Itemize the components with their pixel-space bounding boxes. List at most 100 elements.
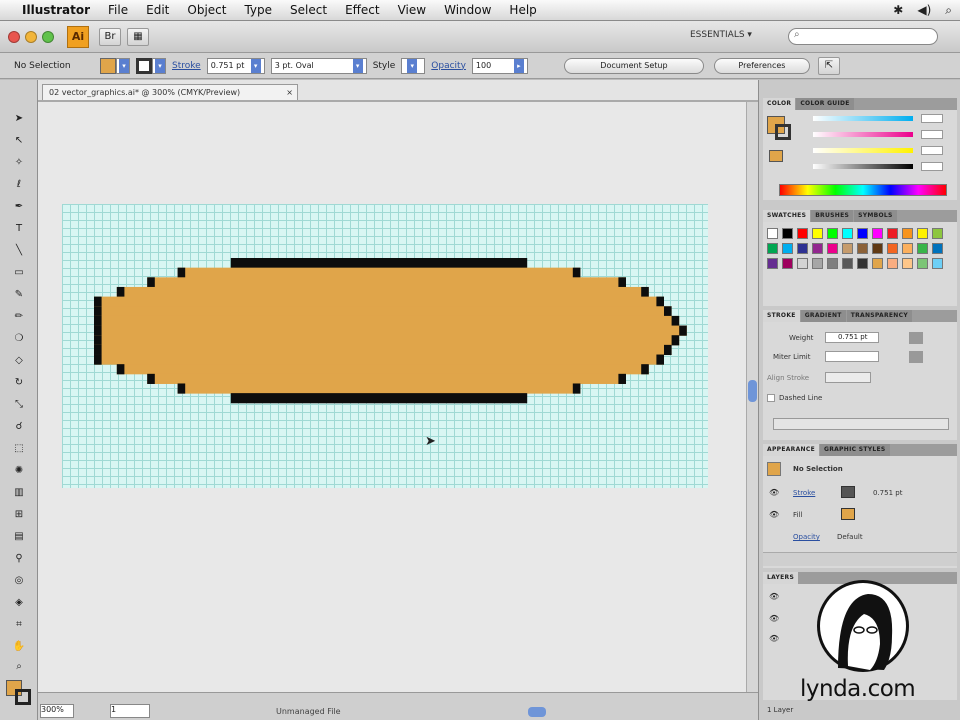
free-transform-tool-icon[interactable]: ⬚ [11, 442, 27, 456]
artboard-navigation-field[interactable]: 1 [110, 704, 150, 718]
vertical-scroll-thumb[interactable] [748, 380, 757, 402]
type-tool-icon[interactable]: T [11, 222, 27, 236]
tab-brushes[interactable]: BRUSHES [811, 210, 854, 222]
selection-tool-icon[interactable]: ➤ [11, 112, 27, 126]
pen-tool-icon[interactable]: ✒ [11, 200, 27, 214]
color-swap-icon[interactable] [769, 150, 783, 162]
color-swatch[interactable] [842, 243, 853, 254]
arrange-icon-button[interactable]: ⇱ [817, 56, 840, 75]
eye-icon[interactable]: 👁 [769, 592, 779, 601]
magenta-slider[interactable] [813, 132, 913, 137]
paintbrush-tool-icon[interactable]: ✎ [11, 288, 27, 302]
stroke-panel-link[interactable]: Stroke [172, 61, 201, 71]
pixel-surfboard-artwork[interactable] [62, 252, 708, 422]
menu-file[interactable]: File [108, 3, 128, 17]
symbol-sprayer-tool-icon[interactable]: ✺ [11, 464, 27, 478]
color-swatch[interactable] [767, 243, 778, 254]
appearance-stroke-link[interactable]: Stroke [793, 489, 815, 497]
color-swatch[interactable] [902, 228, 913, 239]
minimize-window-icon[interactable] [25, 30, 37, 43]
fill-swatch[interactable] [100, 57, 116, 74]
color-swatch[interactable] [872, 258, 883, 269]
fill-stroke-widget[interactable] [6, 680, 32, 706]
color-swatch[interactable] [797, 258, 808, 269]
stroke-dropdown[interactable]: ▾ [152, 57, 166, 74]
menu-window[interactable]: Window [444, 3, 491, 17]
tab-appearance[interactable]: APPEARANCE [763, 444, 819, 456]
pencil-tool-icon[interactable]: ✏ [11, 310, 27, 324]
appearance-opacity-link[interactable]: Opacity [793, 533, 820, 541]
color-swatch[interactable] [857, 228, 868, 239]
blob-brush-tool-icon[interactable]: ❍ [11, 332, 27, 346]
spotlight-icon[interactable]: ⌕ [945, 3, 952, 18]
color-spectrum-bar[interactable] [779, 184, 947, 196]
color-swatch[interactable] [842, 258, 853, 269]
yellow-value-field[interactable] [921, 146, 943, 155]
color-swatch[interactable] [872, 243, 883, 254]
color-swatch[interactable] [887, 228, 898, 239]
tab-layers[interactable]: LAYERS [763, 572, 799, 584]
color-swatch[interactable] [887, 258, 898, 269]
color-swatch[interactable] [902, 258, 913, 269]
color-swatch[interactable] [917, 228, 928, 239]
stroke-swatch[interactable] [136, 57, 152, 74]
color-swatch[interactable] [797, 228, 808, 239]
warp-tool-icon[interactable]: ☌ [11, 420, 27, 434]
stroke-weight-field[interactable]: 0.751 pt ▾ [206, 57, 265, 74]
tab-stroke[interactable]: STROKE [763, 310, 800, 322]
color-swatch[interactable] [767, 258, 778, 269]
color-swatch[interactable] [917, 258, 928, 269]
vertical-scrollbar[interactable] [746, 102, 758, 692]
dashed-line-checkbox[interactable] [767, 394, 775, 402]
cyan-value-field[interactable] [921, 114, 943, 123]
scale-tool-icon[interactable]: ⤡ [11, 398, 27, 412]
fill-dropdown[interactable]: ▾ [116, 57, 130, 74]
line-tool-icon[interactable]: ╲ [11, 244, 27, 258]
opacity-panel-link[interactable]: Opacity [431, 61, 466, 71]
magenta-value-field[interactable] [921, 130, 943, 139]
color-swatch[interactable] [812, 243, 823, 254]
menu-object[interactable]: Object [187, 3, 226, 17]
bridge-button[interactable]: Br [99, 27, 121, 46]
zoom-tool-icon[interactable]: ⌕ [11, 660, 27, 674]
tab-transparency[interactable]: TRANSPARENCY [846, 310, 912, 322]
eye-icon[interactable]: 👁 [769, 510, 779, 519]
help-search-input[interactable]: ⌕ [788, 28, 938, 45]
color-swatch[interactable] [767, 228, 778, 239]
color-swatch[interactable] [932, 243, 943, 254]
appearance-stroke-swatch[interactable] [841, 486, 855, 498]
column-graph-tool-icon[interactable]: ▥ [11, 486, 27, 500]
menu-view[interactable]: View [398, 3, 426, 17]
tab-color[interactable]: COLOR [763, 98, 796, 110]
direct-selection-tool-icon[interactable]: ↖ [11, 134, 27, 148]
color-swatch[interactable] [827, 228, 838, 239]
color-swatch[interactable] [797, 243, 808, 254]
cap-butt-icon[interactable] [909, 332, 923, 344]
color-swatch[interactable] [917, 243, 928, 254]
tab-graphic-styles[interactable]: GRAPHIC STYLES [819, 444, 890, 456]
color-swatch[interactable] [782, 243, 793, 254]
color-swatch[interactable] [827, 258, 838, 269]
menu-type[interactable]: Type [244, 3, 272, 17]
tab-symbols[interactable]: SYMBOLS [854, 210, 897, 222]
menu-edit[interactable]: Edit [146, 3, 169, 17]
color-swatch[interactable] [812, 228, 823, 239]
bluetooth-icon[interactable]: ✱ [893, 3, 903, 18]
color-swatch[interactable] [932, 228, 943, 239]
eye-icon[interactable]: 👁 [769, 634, 779, 643]
stroke-weight-input[interactable]: 0.751 pt [825, 332, 879, 343]
zoom-window-icon[interactable] [42, 30, 54, 43]
rotate-tool-icon[interactable]: ↻ [11, 376, 27, 390]
tab-swatches[interactable]: SWATCHES [763, 210, 811, 222]
tab-gradient[interactable]: GRADIENT [800, 310, 846, 322]
preferences-button[interactable]: Preferences [713, 57, 810, 74]
color-swatch[interactable] [782, 228, 793, 239]
lasso-tool-icon[interactable]: ℓ [11, 178, 27, 192]
dash-gap-fields[interactable] [773, 418, 949, 430]
tab-color-guide[interactable]: COLOR GUIDE [796, 98, 854, 110]
horizontal-scroll-thumb[interactable] [528, 707, 546, 717]
crop-area-tool-icon[interactable]: ⌗ [11, 618, 27, 632]
menu-help[interactable]: Help [509, 3, 536, 17]
stroke-color-icon[interactable] [15, 689, 31, 705]
black-slider[interactable] [813, 164, 913, 169]
